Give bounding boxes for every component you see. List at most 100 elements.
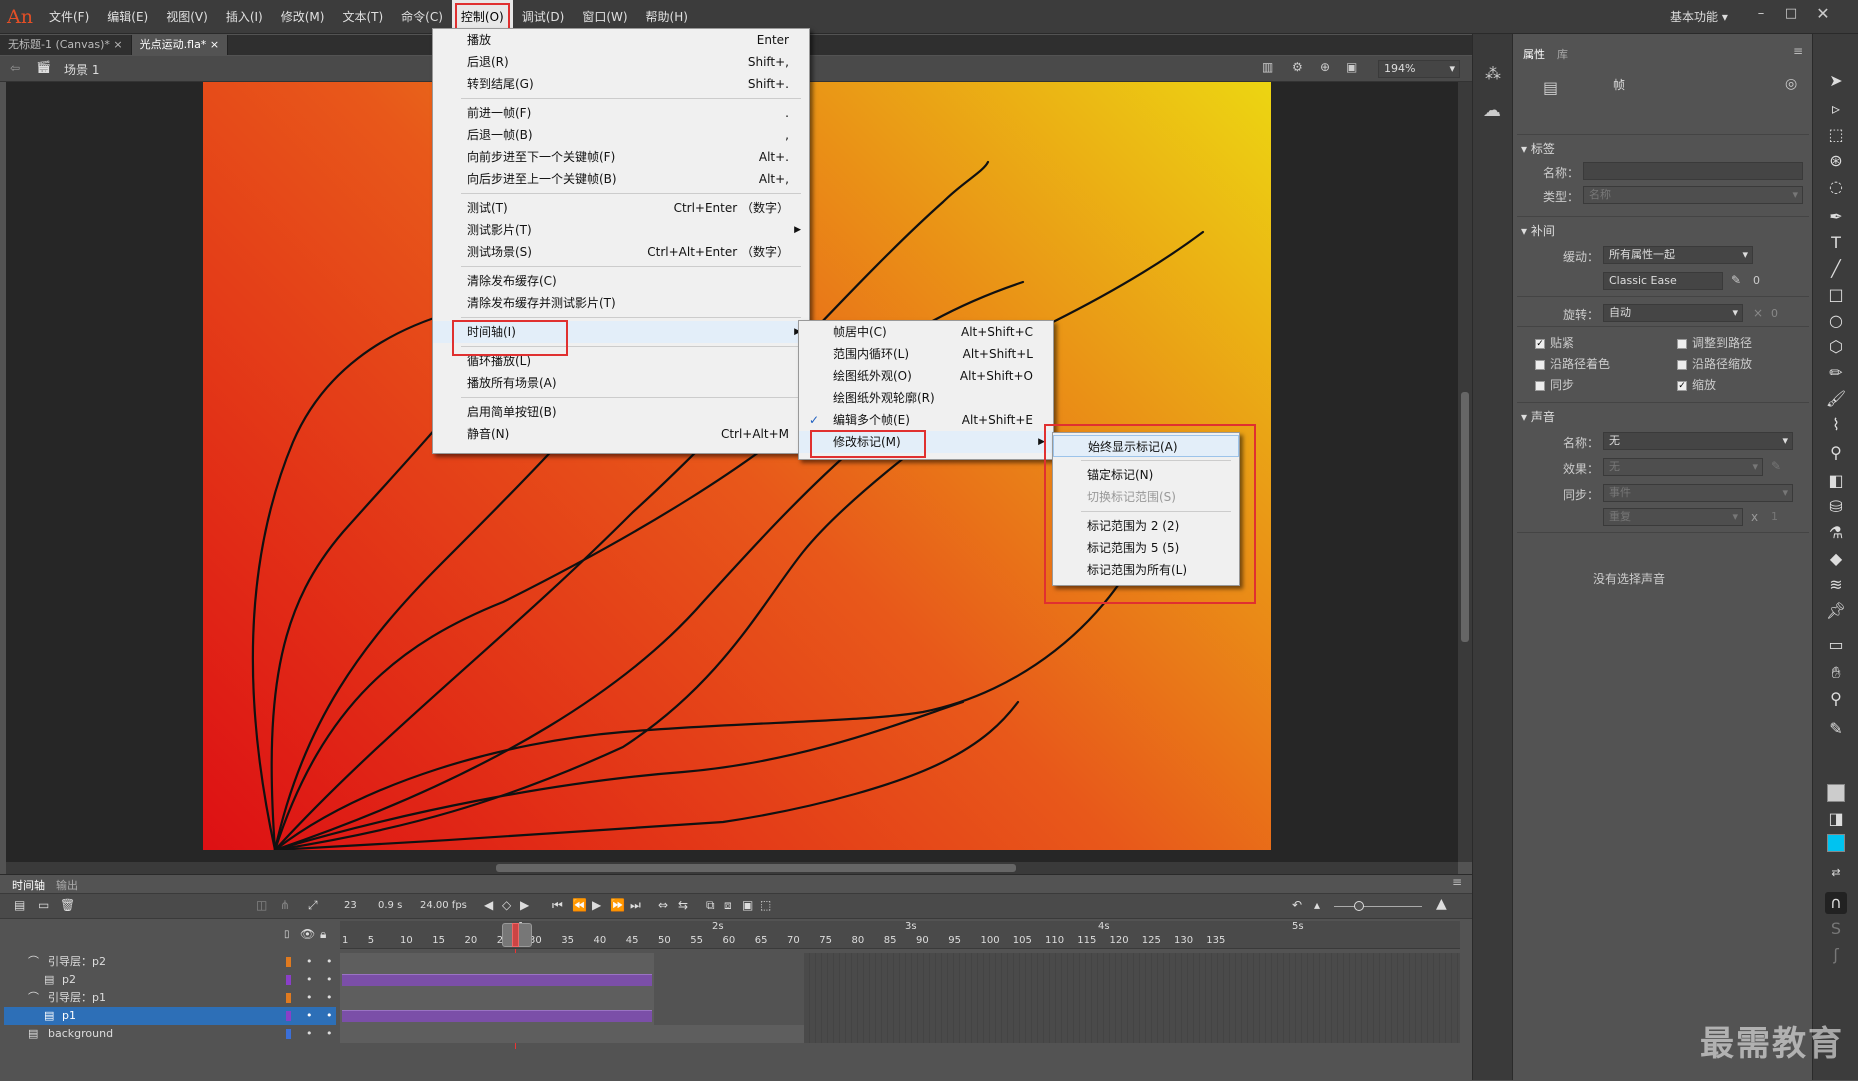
layer-name[interactable]: p2 <box>62 971 76 989</box>
next-keyframe-icon[interactable]: ▶ <box>520 898 529 912</box>
rotate-select[interactable]: 自动 ▾ <box>1603 304 1743 322</box>
modify-markers-icon[interactable]: ⬚ <box>760 898 771 912</box>
color-along-path-checkbox[interactable]: 沿路径着色 <box>1535 355 1610 372</box>
menu-item-test-scene[interactable]: 测试场景(S) Ctrl+Alt+Enter （数字） <box>433 241 809 263</box>
fill-color-icon[interactable]: ◨ <box>1825 808 1847 830</box>
menu-file[interactable]: 文件(F) <box>40 0 98 34</box>
frame-name-input[interactable] <box>1583 162 1803 180</box>
layer-row-selected[interactable]: ▤ p1 • • <box>4 1007 336 1025</box>
camera-icon[interactable]: ◫ <box>256 898 267 912</box>
eyedropper-icon[interactable]: ⚗ <box>1825 522 1847 544</box>
layer-color[interactable] <box>286 1029 291 1039</box>
oval-tool-icon[interactable]: ○ <box>1825 310 1847 332</box>
frame-span[interactable] <box>340 989 654 1007</box>
menu-item-go-to-end[interactable]: 转到结尾(G) Shift+. <box>433 73 809 95</box>
menu-item-center-frame[interactable]: 帧居中(C) Alt+Shift+C <box>799 321 1053 343</box>
panel-menu-icon[interactable]: ≡ <box>1793 44 1803 58</box>
menu-edit[interactable]: 编辑(E) <box>98 0 157 34</box>
layer-name[interactable]: 引导层：p2 <box>48 953 106 971</box>
pencil-tool-icon[interactable]: ✏ <box>1825 362 1847 384</box>
width-tool-icon[interactable]: ≋ <box>1825 574 1847 596</box>
ease-select[interactable]: 所有属性一起 ▾ <box>1603 246 1753 264</box>
eraser-tool-icon[interactable]: ◆ <box>1825 548 1847 570</box>
motion-tween[interactable] <box>342 974 652 986</box>
label-section-header[interactable]: ▾ 标签 <box>1521 140 1821 157</box>
layer-name[interactable]: p1 <box>62 1007 76 1025</box>
ease-type-button[interactable]: Classic Ease <box>1603 272 1723 290</box>
repeat-count[interactable]: 1 <box>1771 510 1778 523</box>
frame-span[interactable] <box>340 1007 654 1025</box>
menu-text[interactable]: 文本(T) <box>333 0 392 34</box>
visibility-dot[interactable]: • <box>306 953 313 971</box>
first-frame-icon[interactable]: ⏮ <box>552 898 563 913</box>
straighten-icon[interactable]: ʃ <box>1825 944 1847 966</box>
frame-ruler[interactable]: 1s 2s 3s 4s 5s 1510152025303540455055606… <box>340 921 1460 949</box>
add-keyframe-icon[interactable]: ◇ <box>502 898 511 912</box>
pen-tool-icon[interactable]: ✒ <box>1825 206 1847 228</box>
camera-tool-icon[interactable]: ▭ <box>1825 634 1847 656</box>
frame-span[interactable] <box>340 953 654 971</box>
center-frame-icon[interactable]: ⇆ <box>678 898 688 912</box>
scale-checkbox[interactable]: ✓ 缩放 <box>1677 376 1716 393</box>
label-type-select[interactable]: 名称 ▾ <box>1583 186 1803 204</box>
effect-select[interactable]: 无 ▾ <box>1603 458 1763 476</box>
menu-item-onion-outlines[interactable]: 绘图纸外观轮廓(R) <box>799 387 1053 409</box>
lock-dot[interactable]: • <box>326 971 333 989</box>
visibility-dot[interactable]: • <box>306 989 313 1007</box>
bone-tool-icon[interactable]: ⚲ <box>1825 442 1847 464</box>
doc-tab-untitled[interactable]: 无标题-1 (Canvas)* × <box>0 35 132 55</box>
visibility-dot[interactable]: • <box>306 971 313 989</box>
ease-amount[interactable]: 0 <box>1753 274 1760 287</box>
paint-brush-icon[interactable]: 🖌︎ <box>1825 388 1847 410</box>
menu-item-play-all-scenes[interactable]: 播放所有场景(A) <box>433 372 809 394</box>
rotate-count[interactable]: 0 <box>1771 307 1778 320</box>
menu-view[interactable]: 视图(V) <box>157 0 217 34</box>
zoom-tool-icon[interactable]: ⚲ <box>1825 688 1847 710</box>
loop-icon[interactable]: ⇔ <box>658 898 668 912</box>
horizontal-scrollbar[interactable] <box>6 862 1458 874</box>
menu-item-step-backward[interactable]: 后退一帧(B), <box>433 124 809 146</box>
visibility-dot[interactable]: • <box>306 1007 313 1025</box>
close-icon[interactable]: × <box>113 38 122 51</box>
visibility-dot[interactable]: • <box>306 1025 313 1043</box>
menu-item-edit-multiple-frames[interactable]: ✓ 编辑多个帧(E) Alt+Shift+E <box>799 409 1053 431</box>
polystar-tool-icon[interactable]: ⬡ <box>1825 336 1847 358</box>
layer-color[interactable] <box>286 975 291 985</box>
menu-item-play[interactable]: 播放 Enter <box>433 29 809 51</box>
workspace-switcher[interactable]: 基本功能 ▾ <box>1670 0 1728 34</box>
swap-colors-icon[interactable]: ⇄ <box>1825 862 1847 884</box>
text-tool-icon[interactable]: T <box>1825 232 1847 254</box>
brush-tool-icon[interactable]: ⌇ <box>1825 414 1847 436</box>
layer-row[interactable]: ▤ background • • <box>4 1025 336 1043</box>
menu-item-step-forward[interactable]: 前进一帧(F). <box>433 102 809 124</box>
last-frame-icon[interactable]: ⏭ <box>630 898 641 913</box>
slider-handle[interactable] <box>1354 901 1364 911</box>
fill-color-swatch[interactable] <box>1827 834 1845 852</box>
menu-modify[interactable]: 修改(M) <box>272 0 334 34</box>
close-icon[interactable]: × <box>210 38 219 51</box>
snap-magnet-icon[interactable]: ∩ <box>1825 892 1847 914</box>
subselection-tool-icon[interactable]: ▹ <box>1825 98 1847 120</box>
paint-bucket-icon[interactable]: ◧ <box>1825 470 1847 492</box>
symbol-edit-icon[interactable]: ⚙ <box>1292 60 1303 74</box>
menu-item-loop-range[interactable]: 范围内循环(L) Alt+Shift+L <box>799 343 1053 365</box>
sound-name-select[interactable]: 无 ▾ <box>1603 432 1793 450</box>
frame-size-slider[interactable] <box>1334 906 1422 907</box>
zoom-in-icon[interactable]: ▲ <box>1436 896 1447 912</box>
clip-stage-icon[interactable]: ▣ <box>1346 60 1357 74</box>
parent-view-icon[interactable]: ⋔ <box>280 898 290 912</box>
scroll-thumb[interactable] <box>496 864 1016 872</box>
asset-warp-icon[interactable]: 📌︎ <box>1825 600 1847 622</box>
stroke-color-icon[interactable]: ✎ <box>1825 718 1847 740</box>
onion-skin-icon[interactable]: ⧉ <box>706 898 715 913</box>
playhead[interactable] <box>512 923 519 947</box>
menu-item-clear-publish-cache[interactable]: 清除发布缓存(C) <box>433 270 809 292</box>
menu-item-test-movie[interactable]: 测试影片(T) ▶ <box>433 219 809 241</box>
back-arrow-icon[interactable]: ⇦ <box>10 61 20 75</box>
menu-item-rewind[interactable]: 后退(R) Shift+, <box>433 51 809 73</box>
scroll-thumb[interactable] <box>1461 392 1469 642</box>
layer-row[interactable]: ⌒ 引导层：p2 • • <box>4 953 336 971</box>
rectangle-tool-icon[interactable]: □ <box>1825 284 1847 306</box>
layer-row[interactable]: ⌒ 引导层：p1 • • <box>4 989 336 1007</box>
tab-properties[interactable]: 属性 <box>1523 46 1545 62</box>
